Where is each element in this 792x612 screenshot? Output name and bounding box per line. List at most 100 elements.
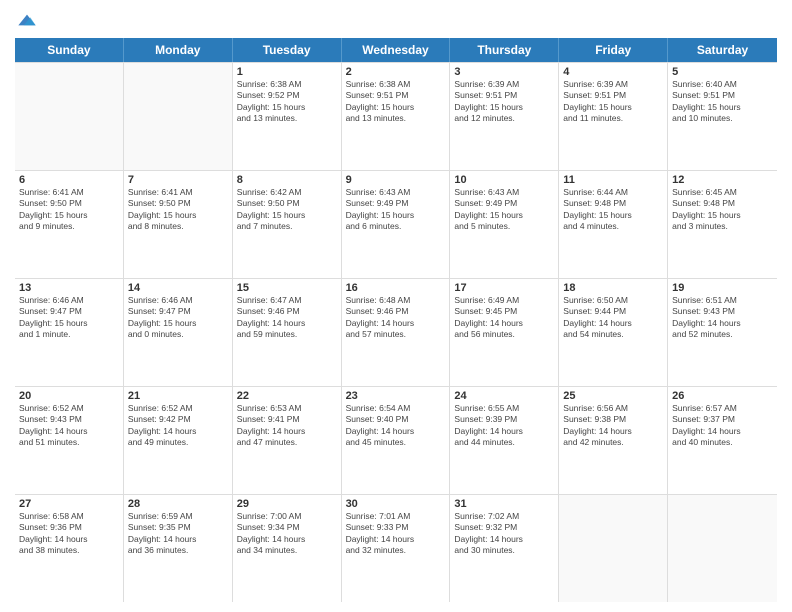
logo [15,10,37,30]
day-number: 30 [346,498,446,510]
day-number: 26 [672,390,773,402]
day-cell: 16Sunrise: 6:48 AMSunset: 9:46 PMDayligh… [342,279,451,386]
day-info: Sunrise: 7:02 AMSunset: 9:32 PMDaylight:… [454,511,554,557]
day-info: Sunrise: 6:51 AMSunset: 9:43 PMDaylight:… [672,295,773,341]
day-info: Sunrise: 6:41 AMSunset: 9:50 PMDaylight:… [128,187,228,233]
day-cell: 28Sunrise: 6:59 AMSunset: 9:35 PMDayligh… [124,495,233,602]
day-cell: 17Sunrise: 6:49 AMSunset: 9:45 PMDayligh… [450,279,559,386]
calendar-row: 13Sunrise: 6:46 AMSunset: 9:47 PMDayligh… [15,279,777,387]
day-number: 20 [19,390,119,402]
day-cell: 31Sunrise: 7:02 AMSunset: 9:32 PMDayligh… [450,495,559,602]
day-cell: 12Sunrise: 6:45 AMSunset: 9:48 PMDayligh… [668,171,777,278]
calendar-body: 1Sunrise: 6:38 AMSunset: 9:52 PMDaylight… [15,62,777,602]
day-info: Sunrise: 6:49 AMSunset: 9:45 PMDaylight:… [454,295,554,341]
empty-cell [668,495,777,602]
weekday-header: Saturday [668,38,777,62]
day-number: 2 [346,66,446,78]
day-cell: 6Sunrise: 6:41 AMSunset: 9:50 PMDaylight… [15,171,124,278]
calendar-row: 20Sunrise: 6:52 AMSunset: 9:43 PMDayligh… [15,387,777,495]
day-info: Sunrise: 6:43 AMSunset: 9:49 PMDaylight:… [454,187,554,233]
day-cell: 30Sunrise: 7:01 AMSunset: 9:33 PMDayligh… [342,495,451,602]
day-info: Sunrise: 6:46 AMSunset: 9:47 PMDaylight:… [19,295,119,341]
day-cell: 3Sunrise: 6:39 AMSunset: 9:51 PMDaylight… [450,63,559,170]
day-number: 21 [128,390,228,402]
day-number: 31 [454,498,554,510]
weekday-header: Tuesday [233,38,342,62]
empty-cell [559,495,668,602]
day-info: Sunrise: 6:46 AMSunset: 9:47 PMDaylight:… [128,295,228,341]
day-number: 19 [672,282,773,294]
day-cell: 26Sunrise: 6:57 AMSunset: 9:37 PMDayligh… [668,387,777,494]
day-number: 6 [19,174,119,186]
day-cell: 24Sunrise: 6:55 AMSunset: 9:39 PMDayligh… [450,387,559,494]
day-info: Sunrise: 6:59 AMSunset: 9:35 PMDaylight:… [128,511,228,557]
day-info: Sunrise: 6:41 AMSunset: 9:50 PMDaylight:… [19,187,119,233]
day-number: 27 [19,498,119,510]
day-info: Sunrise: 6:38 AMSunset: 9:52 PMDaylight:… [237,79,337,125]
day-number: 17 [454,282,554,294]
day-cell: 5Sunrise: 6:40 AMSunset: 9:51 PMDaylight… [668,63,777,170]
header [15,10,777,30]
day-number: 9 [346,174,446,186]
day-cell: 11Sunrise: 6:44 AMSunset: 9:48 PMDayligh… [559,171,668,278]
weekday-header: Sunday [15,38,124,62]
day-info: Sunrise: 6:45 AMSunset: 9:48 PMDaylight:… [672,187,773,233]
day-info: Sunrise: 6:39 AMSunset: 9:51 PMDaylight:… [563,79,663,125]
day-cell: 8Sunrise: 6:42 AMSunset: 9:50 PMDaylight… [233,171,342,278]
day-number: 10 [454,174,554,186]
day-number: 25 [563,390,663,402]
day-number: 3 [454,66,554,78]
day-cell: 23Sunrise: 6:54 AMSunset: 9:40 PMDayligh… [342,387,451,494]
day-number: 12 [672,174,773,186]
day-info: Sunrise: 6:43 AMSunset: 9:49 PMDaylight:… [346,187,446,233]
day-number: 23 [346,390,446,402]
day-info: Sunrise: 6:42 AMSunset: 9:50 PMDaylight:… [237,187,337,233]
day-cell: 9Sunrise: 6:43 AMSunset: 9:49 PMDaylight… [342,171,451,278]
weekday-header: Thursday [450,38,559,62]
day-info: Sunrise: 6:52 AMSunset: 9:43 PMDaylight:… [19,403,119,449]
day-number: 15 [237,282,337,294]
day-cell: 4Sunrise: 6:39 AMSunset: 9:51 PMDaylight… [559,63,668,170]
day-info: Sunrise: 6:55 AMSunset: 9:39 PMDaylight:… [454,403,554,449]
calendar-row: 6Sunrise: 6:41 AMSunset: 9:50 PMDaylight… [15,171,777,279]
weekday-header: Wednesday [342,38,451,62]
day-cell: 10Sunrise: 6:43 AMSunset: 9:49 PMDayligh… [450,171,559,278]
day-info: Sunrise: 6:44 AMSunset: 9:48 PMDaylight:… [563,187,663,233]
day-info: Sunrise: 6:58 AMSunset: 9:36 PMDaylight:… [19,511,119,557]
day-info: Sunrise: 6:52 AMSunset: 9:42 PMDaylight:… [128,403,228,449]
calendar: SundayMondayTuesdayWednesdayThursdayFrid… [15,38,777,602]
day-number: 8 [237,174,337,186]
day-info: Sunrise: 6:40 AMSunset: 9:51 PMDaylight:… [672,79,773,125]
calendar-row: 27Sunrise: 6:58 AMSunset: 9:36 PMDayligh… [15,495,777,602]
day-info: Sunrise: 6:56 AMSunset: 9:38 PMDaylight:… [563,403,663,449]
day-number: 4 [563,66,663,78]
day-cell: 15Sunrise: 6:47 AMSunset: 9:46 PMDayligh… [233,279,342,386]
day-cell: 19Sunrise: 6:51 AMSunset: 9:43 PMDayligh… [668,279,777,386]
day-cell: 25Sunrise: 6:56 AMSunset: 9:38 PMDayligh… [559,387,668,494]
day-cell: 13Sunrise: 6:46 AMSunset: 9:47 PMDayligh… [15,279,124,386]
day-number: 7 [128,174,228,186]
calendar-header: SundayMondayTuesdayWednesdayThursdayFrid… [15,38,777,62]
day-number: 13 [19,282,119,294]
day-info: Sunrise: 6:47 AMSunset: 9:46 PMDaylight:… [237,295,337,341]
day-cell: 14Sunrise: 6:46 AMSunset: 9:47 PMDayligh… [124,279,233,386]
day-cell: 18Sunrise: 6:50 AMSunset: 9:44 PMDayligh… [559,279,668,386]
day-cell: 22Sunrise: 6:53 AMSunset: 9:41 PMDayligh… [233,387,342,494]
page: SundayMondayTuesdayWednesdayThursdayFrid… [0,0,792,612]
day-number: 1 [237,66,337,78]
day-cell: 2Sunrise: 6:38 AMSunset: 9:51 PMDaylight… [342,63,451,170]
day-number: 28 [128,498,228,510]
day-number: 5 [672,66,773,78]
day-info: Sunrise: 6:53 AMSunset: 9:41 PMDaylight:… [237,403,337,449]
empty-cell [15,63,124,170]
day-number: 11 [563,174,663,186]
day-info: Sunrise: 6:48 AMSunset: 9:46 PMDaylight:… [346,295,446,341]
day-number: 24 [454,390,554,402]
day-cell: 27Sunrise: 6:58 AMSunset: 9:36 PMDayligh… [15,495,124,602]
day-number: 29 [237,498,337,510]
logo-icon [17,10,37,30]
logo-text-block [15,10,37,30]
day-cell: 7Sunrise: 6:41 AMSunset: 9:50 PMDaylight… [124,171,233,278]
day-info: Sunrise: 7:00 AMSunset: 9:34 PMDaylight:… [237,511,337,557]
empty-cell [124,63,233,170]
